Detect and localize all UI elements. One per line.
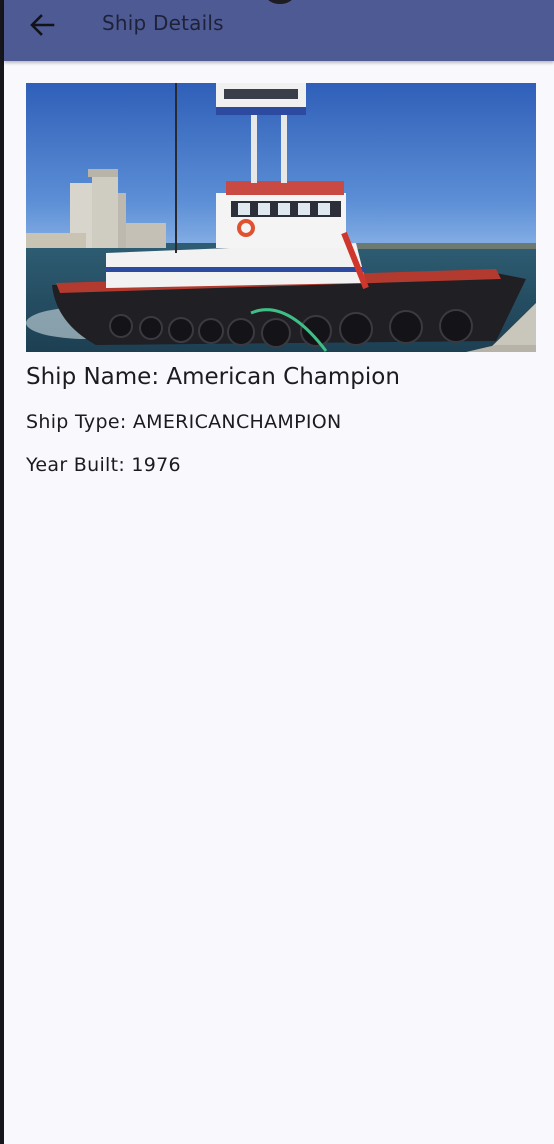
- ship-type: Ship Type: AMERICANCHAMPION: [26, 411, 342, 433]
- back-button[interactable]: [22, 6, 62, 44]
- ship-photo: [26, 83, 536, 352]
- ship-details-screen: Ship Details Ship Name: American Champio…: [4, 0, 554, 1144]
- app-bar: Ship Details: [4, 0, 554, 61]
- page-title: Ship Details: [102, 11, 224, 35]
- arrow-back-icon: [30, 14, 55, 36]
- camera-cutout: [266, 0, 294, 4]
- ship-name: Ship Name: American Champion: [26, 364, 400, 390]
- year-built: Year Built: 1976: [26, 454, 181, 476]
